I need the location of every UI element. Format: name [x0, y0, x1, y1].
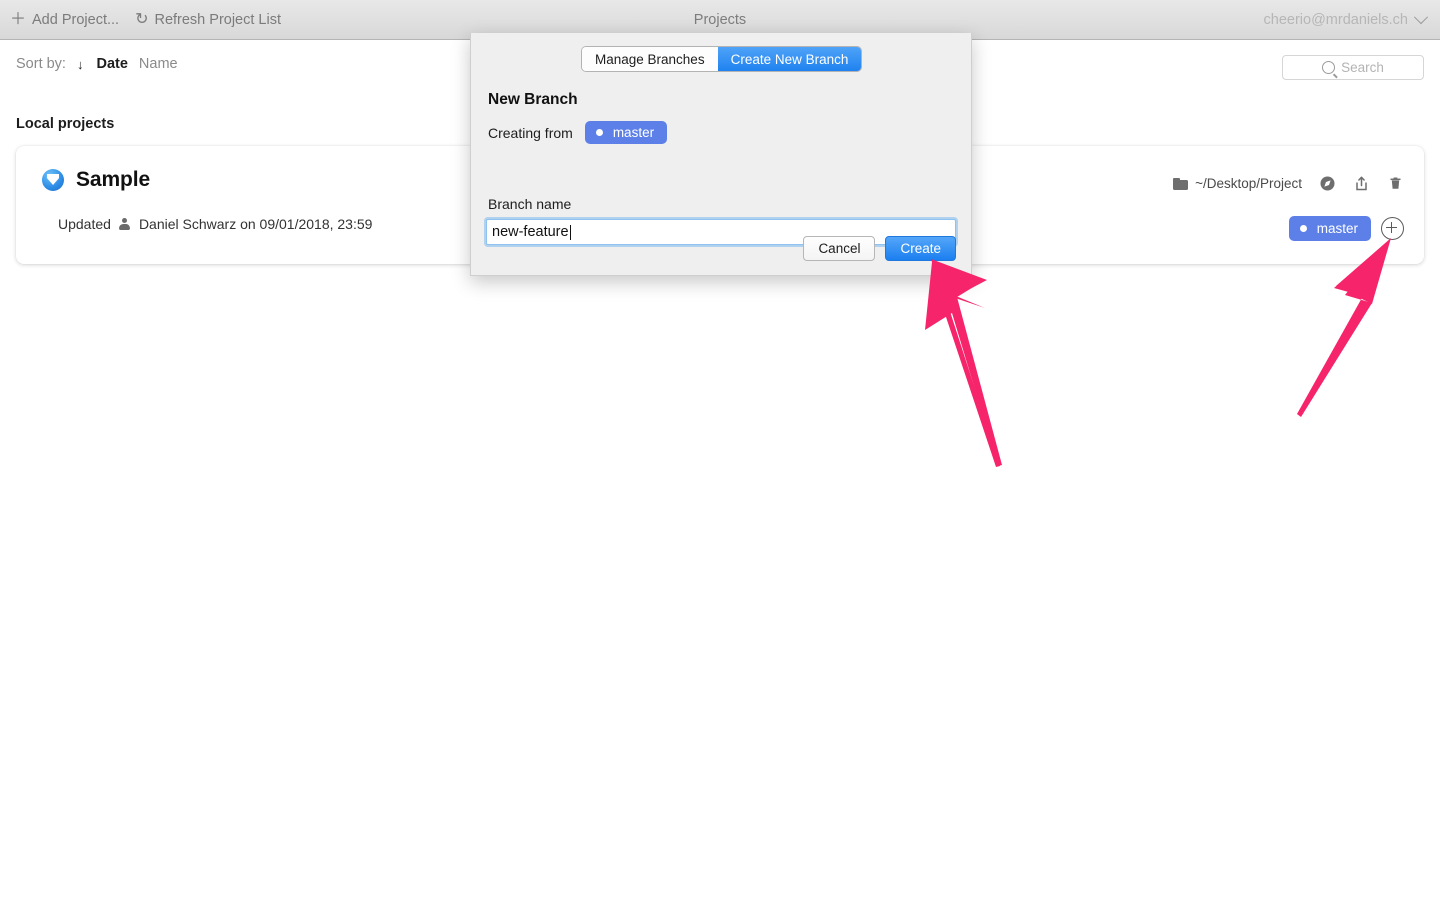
account-menu[interactable]: cheerio@mrdaniels.ch: [1263, 0, 1429, 40]
compass-icon[interactable]: [1319, 175, 1336, 192]
branch-name-value: new-feature: [492, 224, 569, 240]
sort-option-date[interactable]: Date: [96, 56, 127, 72]
arrow-to-add-branch-button: [1297, 238, 1391, 417]
local-projects-heading: Local projects: [16, 116, 115, 132]
search-icon: [1322, 61, 1336, 74]
person-icon: [118, 217, 132, 231]
project-shield-icon: [42, 169, 64, 191]
creating-from-branch-label: master: [612, 125, 655, 140]
branch-name-label: Branch name: [488, 196, 572, 212]
tab-create-new-branch[interactable]: Create New Branch: [717, 47, 862, 71]
add-branch-button[interactable]: [1381, 217, 1404, 240]
sort-by-label: Sort by:: [16, 56, 66, 72]
trash-icon[interactable]: [1387, 175, 1404, 192]
chevron-down-icon: [1413, 10, 1429, 25]
project-name: Sample: [76, 168, 151, 191]
creating-from-branch-pill[interactable]: master: [584, 121, 668, 144]
search-input[interactable]: Search: [1282, 55, 1424, 80]
dialog-tab-group: Manage Branches Create New Branch: [582, 47, 862, 71]
tab-manage-branches[interactable]: Manage Branches: [582, 47, 718, 71]
creating-from-row: Creating from master: [488, 121, 668, 144]
search-placeholder: Search: [1341, 60, 1384, 75]
project-meta: Updated Daniel Schwarz on 09/01/2018, 23…: [58, 216, 372, 232]
sort-bar: Sort by: ↓ Date Name: [16, 56, 178, 72]
project-branch-row: master: [1288, 216, 1404, 241]
branch-dot-icon: [1299, 225, 1307, 232]
project-header: Sample: [42, 168, 150, 192]
project-path-label: ~/Desktop/Project: [1195, 176, 1302, 191]
sort-direction-icon[interactable]: ↓: [77, 57, 84, 72]
share-icon[interactable]: [1353, 175, 1370, 192]
updated-label: Updated: [58, 216, 111, 232]
arrow-to-create-button: [925, 259, 1002, 467]
dialog-heading: New Branch: [488, 91, 578, 108]
dialog-actions: Cancel Create: [803, 236, 956, 261]
project-path[interactable]: ~/Desktop/Project: [1173, 176, 1302, 191]
project-path-actions: ~/Desktop/Project: [1173, 175, 1404, 192]
create-branch-dialog: Manage Branches Create New Branch New Br…: [470, 33, 972, 276]
account-email-label: cheerio@mrdaniels.ch: [1263, 12, 1408, 28]
cancel-button[interactable]: Cancel: [803, 236, 876, 261]
branch-dot-icon: [595, 129, 603, 136]
sort-option-name[interactable]: Name: [139, 56, 178, 72]
project-author-date: Daniel Schwarz on 09/01/2018, 23:59: [138, 216, 373, 232]
current-branch-pill[interactable]: master: [1288, 216, 1371, 241]
creating-from-label: Creating from: [488, 124, 573, 141]
folder-icon: [1173, 177, 1189, 190]
current-branch-label: master: [1316, 221, 1358, 236]
create-button[interactable]: Create: [885, 236, 956, 261]
text-caret: [569, 224, 571, 240]
